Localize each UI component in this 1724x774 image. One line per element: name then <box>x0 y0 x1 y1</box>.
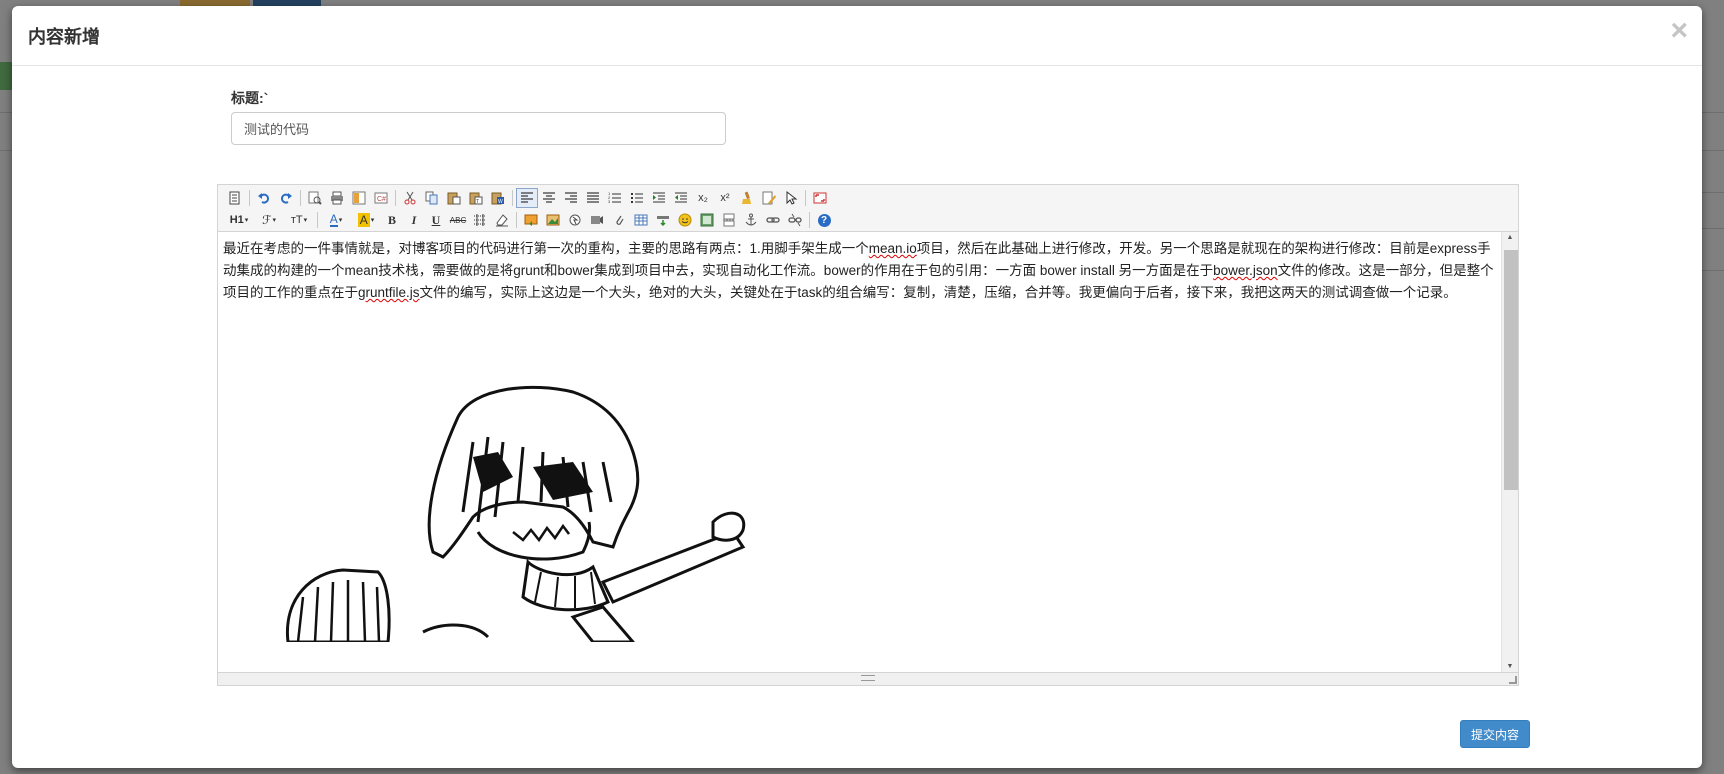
background-divider <box>1702 112 1724 113</box>
select-all-icon[interactable] <box>780 188 802 208</box>
background-divider <box>1702 228 1724 229</box>
align-center-icon[interactable] <box>538 188 560 208</box>
table-icon[interactable] <box>630 210 652 230</box>
background-divider <box>1702 192 1724 193</box>
submit-content-button[interactable]: 提交内容 <box>1460 720 1530 748</box>
print-icon[interactable] <box>326 188 348 208</box>
highlight-label: A <box>357 213 370 227</box>
background-divider <box>1702 270 1724 271</box>
about-icon[interactable]: ? <box>813 210 835 230</box>
font-family-label: ℱ <box>262 213 272 227</box>
code-icon[interactable]: C# <box>370 188 392 208</box>
close-icon[interactable]: × <box>1670 16 1688 46</box>
svg-text:W: W <box>498 199 503 205</box>
multi-image-icon[interactable] <box>542 210 564 230</box>
outdent-icon[interactable] <box>670 188 692 208</box>
background-button <box>0 62 12 90</box>
scrollbar-thumb[interactable] <box>1504 250 1518 490</box>
quick-format-icon[interactable] <box>758 188 780 208</box>
justify-icon[interactable] <box>582 188 604 208</box>
unlink-icon[interactable] <box>784 210 806 230</box>
fullscreen-icon[interactable] <box>809 188 831 208</box>
anchor-icon[interactable] <box>740 210 762 230</box>
redo-icon[interactable] <box>275 188 297 208</box>
content-text: 文件的编写，实际上这边是一个大头，绝对的大头，关键处在于task的组合编写：复制… <box>419 285 1457 300</box>
italic-icon[interactable]: I <box>403 210 425 230</box>
line-height-icon[interactable] <box>469 210 491 230</box>
link-icon[interactable] <box>762 210 784 230</box>
underline-icon[interactable]: U <box>425 210 447 230</box>
image-icon[interactable] <box>520 210 542 230</box>
copy-icon[interactable] <box>421 188 443 208</box>
superscript-icon[interactable]: x² <box>714 188 736 208</box>
svg-text:C#: C# <box>377 196 386 203</box>
editor-content[interactable]: 最近在考虑的一件事情就是，对博客项目的代码进行第一次的重构，主要的思路有两点：1… <box>218 232 1502 672</box>
ordered-list-icon[interactable]: 123 <box>604 188 626 208</box>
editor-scrollbar[interactable]: ▲ ▼ <box>1501 232 1518 672</box>
paste-icon[interactable] <box>443 188 465 208</box>
svg-text:T: T <box>476 199 479 205</box>
bold-icon[interactable]: B <box>381 210 403 230</box>
background-divider <box>1702 150 1724 151</box>
editor-statusbar <box>218 672 1518 685</box>
cut-icon[interactable] <box>399 188 421 208</box>
toolbar-row-1: C# T W 123 x₂ x² <box>224 188 831 208</box>
spellcheck-word: gruntfile.js <box>358 285 420 300</box>
font-color-dropdown[interactable]: A ▾ <box>321 210 351 230</box>
heading-dropdown[interactable]: H1 ▾ <box>224 210 254 230</box>
toolbar-row-2: H1 ▾ ℱ ▾ ᴛT ▾ A ▾ A ▾ B I U ABC ? <box>224 210 835 230</box>
font-size-label: ᴛT <box>290 214 303 226</box>
background-divider <box>0 112 12 113</box>
content-add-modal: 内容新增 × 标题:` C# T W <box>12 6 1702 768</box>
clear-format-icon[interactable] <box>736 188 758 208</box>
preview-icon[interactable] <box>304 188 326 208</box>
undo-icon[interactable] <box>253 188 275 208</box>
subscript-icon[interactable]: x₂ <box>692 188 714 208</box>
source-icon[interactable] <box>224 188 246 208</box>
modal-header: 内容新增 × <box>12 6 1702 66</box>
spellcheck-word: mean.io <box>868 241 917 256</box>
emoticon-icon[interactable] <box>674 210 696 230</box>
baidu-map-icon[interactable] <box>696 210 718 230</box>
insert-code-icon[interactable] <box>652 210 674 230</box>
remove-format-icon[interactable] <box>491 210 513 230</box>
paste-word-icon[interactable]: W <box>487 188 509 208</box>
content-text: 最近在考虑的一件事情就是，对博客项目的代码进行第一次的重构，主要的思路有两点：1… <box>223 241 869 256</box>
scroll-up-arrow-icon[interactable]: ▲ <box>1502 234 1518 241</box>
unordered-list-icon[interactable] <box>626 188 648 208</box>
align-left-icon[interactable] <box>516 188 538 208</box>
svg-text:3: 3 <box>608 199 611 204</box>
title-label: 标题:` <box>231 90 269 106</box>
indent-icon[interactable] <box>648 188 670 208</box>
content-paragraph: 最近在考虑的一件事情就是，对博客项目的代码进行第一次的重构，主要的思路有两点：1… <box>223 238 1497 304</box>
media-icon[interactable] <box>586 210 608 230</box>
spellcheck-word: bower.json <box>1213 263 1278 278</box>
about-icon-label: ? <box>817 213 831 227</box>
corner-resize-icon[interactable] <box>1509 676 1517 684</box>
paste-plain-icon[interactable]: T <box>465 188 487 208</box>
editor-toolbar: C# T W 123 x₂ x² H1 ▾ ℱ ▾ ᴛT ▾ A ▾ A ▾ B… <box>218 185 1518 232</box>
font-size-dropdown[interactable]: ᴛT ▾ <box>284 210 314 230</box>
rich-text-editor: C# T W 123 x₂ x² H1 ▾ ℱ ▾ ᴛT ▾ A ▾ A ▾ B… <box>217 184 1519 686</box>
title-input[interactable] <box>231 112 726 145</box>
flash-icon[interactable] <box>564 210 586 230</box>
highlight-color-dropdown[interactable]: A ▾ <box>351 210 381 230</box>
font-color-label: A <box>329 212 338 227</box>
template-icon[interactable] <box>348 188 370 208</box>
modal-title: 内容新增 <box>28 27 100 47</box>
align-right-icon[interactable] <box>560 188 582 208</box>
page-break-icon[interactable] <box>718 210 740 230</box>
heading-label: H1 <box>229 214 244 226</box>
attachment-icon[interactable] <box>608 210 630 230</box>
background-divider <box>0 150 12 151</box>
font-family-dropdown[interactable]: ℱ ▾ <box>254 210 284 230</box>
sketch-illustration <box>285 385 746 642</box>
resize-handle-icon[interactable] <box>861 675 875 681</box>
scroll-down-arrow-icon[interactable]: ▼ <box>1502 663 1518 670</box>
strikethrough-icon[interactable]: ABC <box>447 210 469 230</box>
